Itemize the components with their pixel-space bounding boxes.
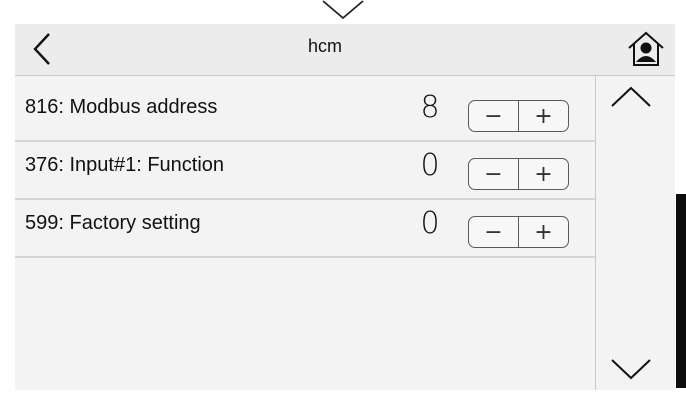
parameter-row: 599: Factory setting 0 − +	[15, 200, 595, 258]
hmi-panel: hcm 816: Modbus address 8 − + 376: Input…	[15, 24, 675, 390]
parameter-label: 816: Modbus address	[25, 96, 218, 118]
header-bar: hcm	[15, 24, 675, 76]
parameter-label: 599: Factory setting	[25, 212, 201, 234]
decrement-button[interactable]: −	[469, 101, 519, 131]
increment-button[interactable]: +	[519, 217, 568, 247]
parameter-value: 0	[420, 206, 440, 241]
decrement-button[interactable]: −	[469, 217, 519, 247]
scroll-up-icon[interactable]	[608, 82, 654, 112]
decrement-button[interactable]: −	[469, 159, 519, 189]
parameter-label: 376: Input#1: Function	[25, 154, 225, 176]
parameter-value: 8	[420, 90, 440, 125]
value-stepper: − +	[468, 216, 569, 248]
screen-root: hcm 816: Modbus address 8 − + 376: Input…	[0, 0, 686, 394]
increment-button[interactable]: +	[519, 101, 568, 131]
parameter-list: 816: Modbus address 8 − + 376: Input#1: …	[15, 84, 595, 258]
parameter-value: 0	[420, 148, 440, 183]
device-edge	[676, 194, 686, 388]
increment-button[interactable]: +	[519, 159, 568, 189]
chevron-down-icon[interactable]	[320, 0, 366, 20]
parameter-row: 376: Input#1: Function 0 − +	[15, 142, 595, 200]
scroll-down-icon[interactable]	[608, 354, 654, 384]
home-user-icon[interactable]	[625, 28, 667, 70]
scroll-column	[595, 76, 675, 390]
page-title: hcm	[307, 36, 342, 56]
value-stepper: − +	[468, 158, 569, 190]
parameter-row: 816: Modbus address 8 − +	[15, 84, 595, 142]
value-stepper: − +	[468, 100, 569, 132]
